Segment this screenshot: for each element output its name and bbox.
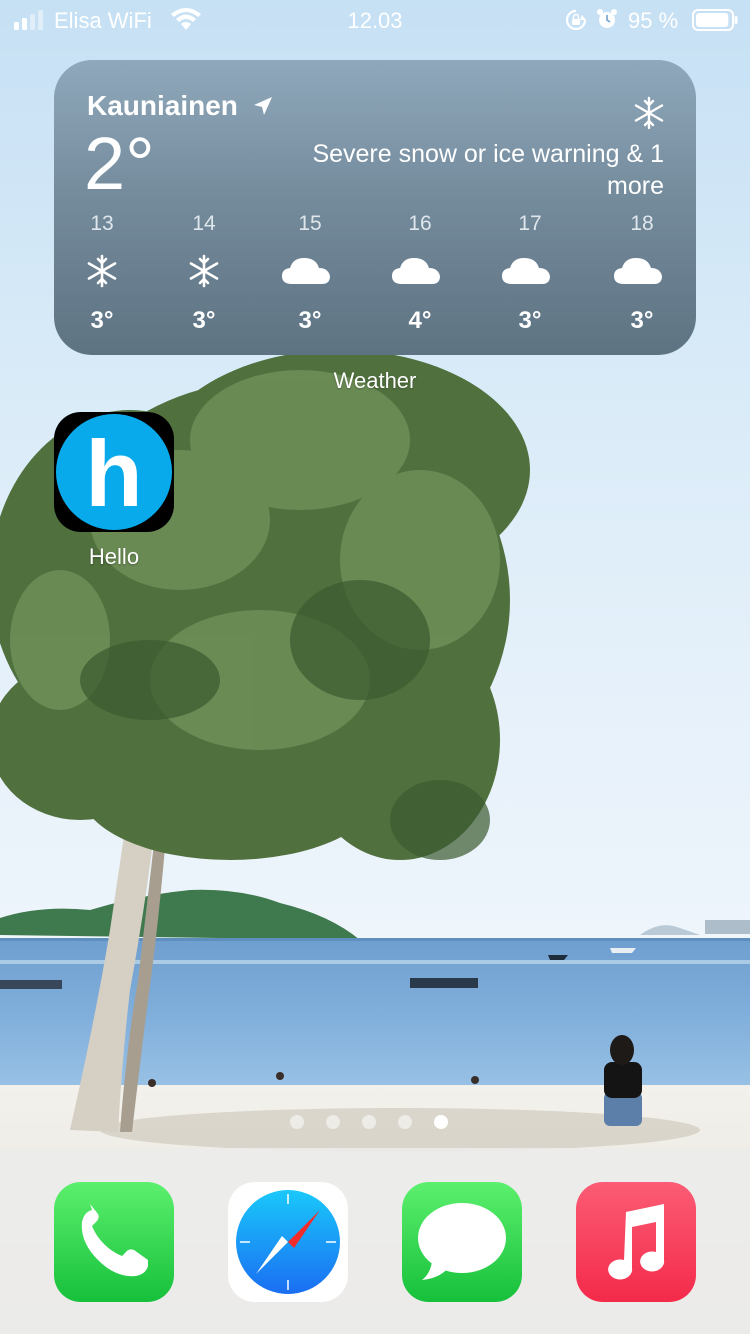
dock: [0, 1148, 750, 1334]
dock-music-app[interactable]: [576, 1182, 696, 1302]
battery-percent: 95 %: [628, 8, 679, 33]
app-hello[interactable]: h Hello: [54, 412, 174, 570]
forecast-temp: 3°: [192, 307, 216, 334]
snowflake-icon: [634, 96, 664, 130]
hello-icon-letter: h: [85, 421, 143, 526]
compass-icon: [236, 1190, 340, 1294]
snowflake-icon: [189, 254, 219, 288]
weather-current-temp: 2°: [84, 122, 155, 205]
cloud-icon: [502, 258, 550, 284]
forecast-day-column: 14 3°: [164, 210, 244, 335]
phone-icon: [81, 1204, 148, 1277]
page-dot[interactable]: [398, 1115, 412, 1129]
forecast-day: 16: [408, 212, 432, 235]
cloud-icon: [392, 258, 440, 284]
dock-safari-app[interactable]: [228, 1182, 348, 1302]
weather-city: Kauniainen: [87, 90, 238, 121]
forecast-temp: 3°: [298, 307, 322, 334]
page-dot[interactable]: [362, 1115, 376, 1129]
forecast-day-column: 17 3°: [490, 210, 570, 335]
page-dot[interactable]: [326, 1115, 340, 1129]
weather-widget[interactable]: Kauniainen 2° Severe snow or ice warning…: [54, 60, 696, 355]
forecast-day-column: 15 3°: [270, 210, 350, 335]
forecast-temp: 4°: [408, 307, 432, 334]
forecast-day: 15: [298, 212, 322, 235]
battery-icon: [692, 9, 738, 31]
music-note-icon: [608, 1204, 665, 1280]
forecast-day-column: 13 3°: [62, 210, 142, 335]
forecast-day: 14: [192, 212, 216, 235]
snowflake-icon: [87, 254, 117, 288]
forecast-day: 13: [90, 212, 114, 235]
forecast-day: 18: [630, 212, 654, 235]
forecast-temp: 3°: [518, 307, 542, 334]
forecast-temp: 3°: [630, 307, 654, 334]
alarm-icon: [597, 9, 617, 28]
app-label-hello: Hello: [88, 544, 140, 569]
speech-bubble-icon: [418, 1203, 506, 1280]
cloud-icon: [614, 258, 662, 284]
weather-widget-label: Weather: [333, 368, 417, 393]
forecast-temp: 3°: [90, 307, 114, 334]
status-bar: Elisa WiFi 12.03 95 %: [0, 0, 750, 40]
forecast-day-column: 16 4°: [380, 210, 460, 335]
page-dot-active[interactable]: [434, 1115, 448, 1129]
forecast-day: 17: [518, 212, 542, 235]
hello-app-icon[interactable]: h: [54, 412, 174, 532]
dock-phone-app[interactable]: [54, 1182, 174, 1302]
orientation-lock-icon: [565, 9, 587, 31]
weather-alert: Severe snow or ice warning & 1 more: [312, 140, 664, 200]
cloud-icon: [282, 258, 330, 284]
location-arrow-icon: [254, 97, 272, 115]
page-dot[interactable]: [290, 1115, 304, 1129]
forecast-day-column: 18 3°: [602, 210, 682, 335]
dock-messages-app[interactable]: [402, 1182, 522, 1302]
